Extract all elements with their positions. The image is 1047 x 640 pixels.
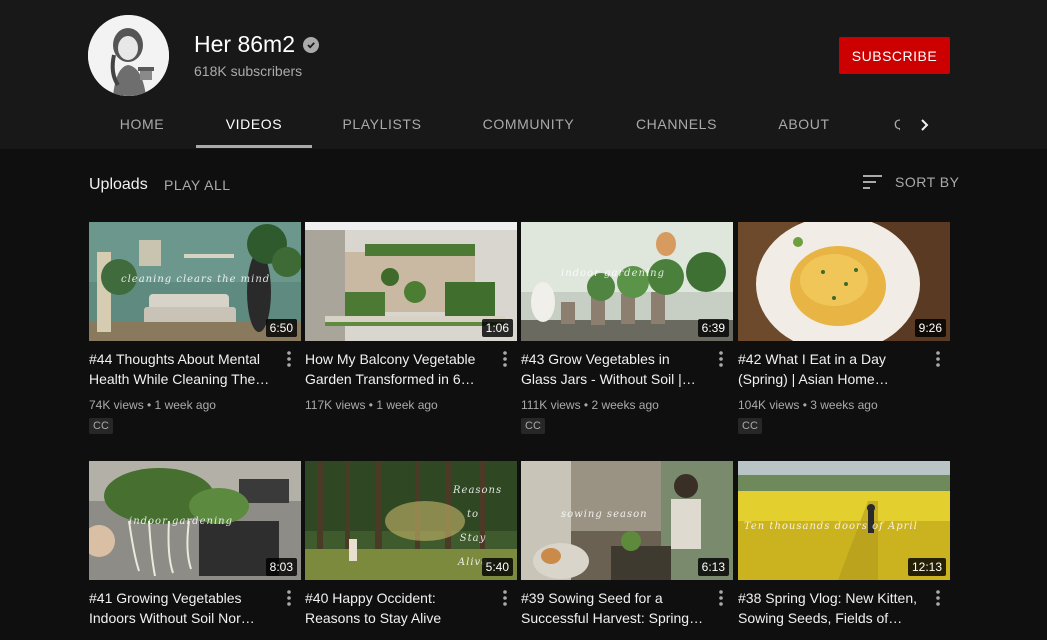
channel-name[interactable]: Her 86m2 bbox=[194, 31, 319, 58]
tab-community[interactable]: COMMUNITY bbox=[468, 100, 589, 149]
thumbnail-overlay-text: indoor gardening bbox=[561, 268, 665, 279]
tab-channels[interactable]: CHANNELS bbox=[621, 100, 732, 149]
video-thumbnail[interactable]: Reasons to Stay Alive 5:40 bbox=[305, 461, 517, 580]
video-thumbnail[interactable]: sowing season 6:13 bbox=[521, 461, 733, 580]
cc-badge: CC bbox=[738, 418, 762, 434]
cc-badge: CC bbox=[521, 418, 545, 434]
video-thumbnail[interactable]: indoor gardening 6:39 bbox=[521, 222, 733, 341]
video-duration: 8:03 bbox=[265, 558, 297, 576]
video-thumbnail[interactable]: cleaning clears the mind 6:50 bbox=[89, 222, 301, 341]
uploads-label: Uploads bbox=[89, 176, 148, 193]
thumbnail-overlay-text: Ten thousands doors of April bbox=[744, 521, 918, 532]
subscribe-button[interactable]: SUBSCRIBE bbox=[839, 37, 950, 74]
more-options-icon[interactable] bbox=[715, 350, 727, 368]
subscriber-count: 618K subscribers bbox=[194, 63, 303, 79]
sort-icon bbox=[863, 175, 882, 189]
tab-home[interactable]: HOME bbox=[104, 100, 180, 149]
video-duration: 5:40 bbox=[481, 558, 513, 576]
active-tab-indicator bbox=[196, 145, 312, 148]
video-title[interactable]: #43 Grow Vegetables in Glass Jars - With… bbox=[521, 349, 709, 389]
play-all-button[interactable]: PLAY ALL bbox=[164, 177, 231, 193]
video-title[interactable]: #41 Growing Vegetables Indoors Without S… bbox=[89, 588, 277, 628]
more-options-icon[interactable] bbox=[932, 350, 944, 368]
video-title[interactable]: #38 Spring Vlog: New Kitten, Sowing Seed… bbox=[738, 588, 926, 628]
tab-search-partial: Q bbox=[894, 116, 900, 132]
more-options-icon[interactable] bbox=[499, 350, 511, 368]
video-duration: 6:39 bbox=[697, 319, 729, 337]
tab-playlists[interactable]: PLAYLISTS bbox=[328, 100, 436, 149]
video-duration: 9:26 bbox=[914, 319, 946, 337]
video-meta: 74K views • 1 week ago bbox=[89, 398, 216, 412]
video-thumbnail[interactable]: 9:26 bbox=[738, 222, 950, 341]
video-thumbnail[interactable]: Ten thousands doors of April 12:13 bbox=[738, 461, 950, 580]
channel-avatar[interactable] bbox=[88, 15, 169, 96]
sort-by-label: SORT BY bbox=[895, 174, 960, 190]
video-title[interactable]: #44 Thoughts About Mental Health While C… bbox=[89, 349, 277, 389]
video-thumbnail[interactable]: 1:06 bbox=[305, 222, 517, 341]
tab-videos[interactable]: VIDEOS bbox=[196, 100, 312, 149]
thumbnail-overlay-text: indoor gardening bbox=[129, 516, 233, 527]
thumbnail-overlay-text: cleaning clears the mind bbox=[121, 274, 271, 285]
video-duration: 6:50 bbox=[265, 319, 297, 337]
more-options-icon[interactable] bbox=[932, 589, 944, 607]
video-duration: 12:13 bbox=[907, 558, 946, 576]
video-title[interactable]: #42 What I Eat in a Day (Spring) | Asian… bbox=[738, 349, 926, 389]
tab-about[interactable]: ABOUT bbox=[764, 100, 844, 149]
sort-by-button[interactable]: SORT BY bbox=[863, 174, 959, 190]
video-thumbnail[interactable]: indoor gardening 8:03 bbox=[89, 461, 301, 580]
thumbnail-overlay-text: sowing season bbox=[561, 509, 648, 520]
more-options-icon[interactable] bbox=[715, 589, 727, 607]
verified-icon bbox=[302, 36, 319, 53]
video-title[interactable]: #39 Sowing Seed for a Successful Harvest… bbox=[521, 588, 709, 628]
more-options-icon[interactable] bbox=[283, 589, 295, 607]
cc-badge: CC bbox=[89, 418, 113, 434]
video-duration: 6:13 bbox=[697, 558, 729, 576]
avatar-illustration-icon bbox=[88, 15, 169, 96]
video-meta: 117K views • 1 week ago bbox=[305, 398, 438, 412]
video-title[interactable]: How My Balcony Vegetable Garden Transfor… bbox=[305, 349, 493, 389]
video-meta: 104K views • 3 weeks ago bbox=[738, 398, 878, 412]
chevron-right-icon[interactable] bbox=[912, 112, 938, 138]
channel-name-text: Her 86m2 bbox=[194, 31, 295, 57]
channel-tabs: HOME VIDEOS PLAYLISTS COMMUNITY CHANNELS… bbox=[0, 100, 1047, 149]
video-meta: 111K views • 2 weeks ago bbox=[521, 398, 659, 412]
more-options-icon[interactable] bbox=[283, 350, 295, 368]
video-title[interactable]: #40 Happy Occident: Reasons to Stay Aliv… bbox=[305, 588, 493, 628]
more-options-icon[interactable] bbox=[499, 589, 511, 607]
video-duration: 1:06 bbox=[481, 319, 513, 337]
